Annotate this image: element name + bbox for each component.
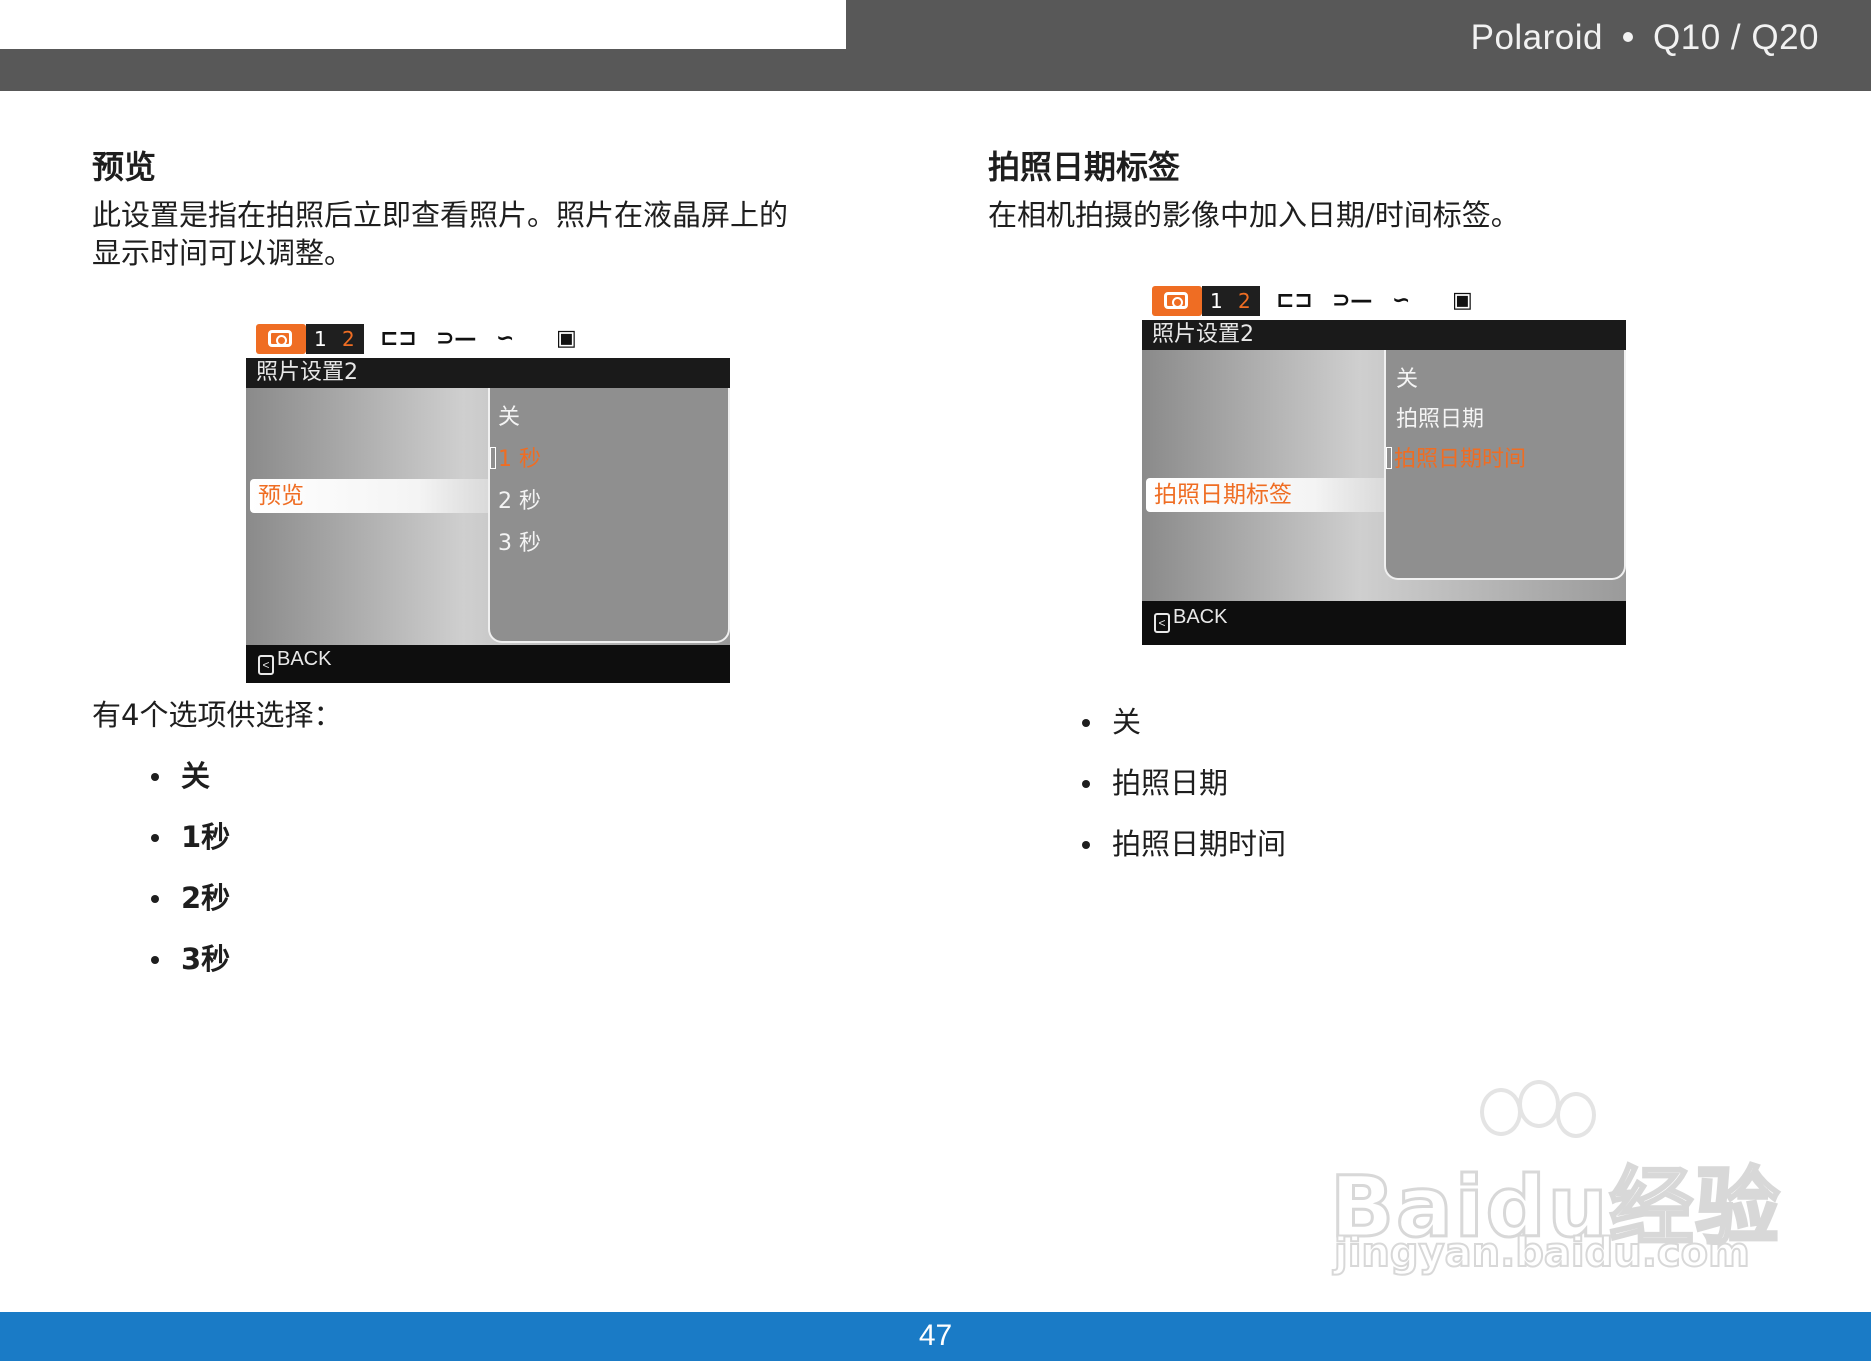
cursor-icon: [1386, 447, 1392, 469]
list-item: 关: [1082, 702, 1286, 763]
bullet: [151, 773, 159, 781]
transition-icon: ∽: [496, 326, 515, 351]
list-item-label: 2秒: [181, 881, 231, 915]
list-item-label: 关: [181, 759, 211, 793]
printer-icon: ▣: [556, 326, 577, 351]
option-label: 拍照日期时间: [1394, 447, 1527, 472]
list-item-label: 关: [1112, 705, 1142, 739]
wrench-icon: ⊃—: [436, 326, 477, 351]
wrench-icon: ⊃—: [1332, 288, 1373, 313]
header-notch: [0, 0, 846, 49]
desc-line: 显示时间可以调整。: [92, 236, 354, 270]
paw-toe: [1556, 1092, 1596, 1138]
menu-selected-item: 拍照日期标签: [1146, 478, 1386, 512]
list-item-label: 拍照日期时间: [1112, 827, 1287, 861]
back-label: BACK: [277, 648, 332, 670]
list-item: 1秒: [151, 817, 231, 878]
bullet: [1082, 841, 1090, 849]
submenu-option-selected: 1 秒: [490, 441, 541, 473]
menu-selected-item: 预览: [250, 479, 490, 513]
submenu-option: 关: [1396, 367, 1419, 392]
bullet: [1082, 780, 1090, 788]
list-item-label: 1秒: [181, 820, 231, 854]
transition-icon: ∽: [1392, 288, 1411, 313]
back-arrow-icon: <: [258, 655, 274, 675]
page-number: 47: [918, 1319, 953, 1352]
brand-name: Polaroid: [1470, 18, 1604, 57]
section-title-date-stamp: 拍照日期标签: [988, 148, 1181, 186]
list-item: 拍照日期时间: [1082, 824, 1287, 885]
baidu-watermark: Baidu经验 jingyan.baidu.com: [1328, 1080, 1781, 1280]
header-brand: Polaroid Q10 / Q20: [1471, 18, 1819, 58]
submenu-option: 3 秒: [498, 531, 541, 556]
tab-page-1: 1: [1210, 289, 1223, 313]
back-label: BACK: [1173, 606, 1228, 628]
playback-icon: ⊏⊐: [380, 326, 417, 351]
submenu-option: 拍照日期: [1396, 407, 1485, 432]
camera-tabbar: 1 2 ⊏⊐ ⊃— ∽ ▣: [246, 321, 730, 358]
submenu-option: 2 秒: [498, 489, 541, 514]
submenu-option-selected: 拍照日期时间: [1386, 441, 1526, 473]
menu-title: 照片设置2: [246, 358, 730, 388]
camera-tabbar: 1 2 ⊏⊐ ⊃— ∽ ▣: [1142, 283, 1626, 320]
back-arrow-icon: <: [1154, 613, 1170, 633]
list-item: 2秒: [151, 878, 231, 939]
desc-line: 此设置是指在拍照后立即查看照片。照片在液晶屏上的: [92, 198, 789, 232]
list-item: 拍照日期: [1082, 763, 1286, 824]
choices-list-preview: 关 1秒 2秒 3秒: [151, 756, 231, 1000]
watermark-url: jingyan.baidu.com: [1333, 1229, 1751, 1277]
section-desc-preview: 此设置是指在拍照后立即查看照片。照片在液晶屏上的 显示时间可以调整。: [92, 196, 892, 272]
separator-dot: [1623, 31, 1634, 42]
tab-page-2: 2: [1238, 289, 1251, 313]
option-label: 1 秒: [498, 447, 541, 472]
paw-toe: [1518, 1080, 1560, 1128]
bullet: [151, 956, 159, 964]
bullet: [151, 895, 159, 903]
section-title-preview: 预览: [92, 148, 157, 186]
back-hint: < BACK: [258, 648, 331, 675]
choices-list-date-stamp: 关 拍照日期 拍照日期时间: [1082, 702, 1287, 885]
tab-page-1: 1: [314, 327, 327, 351]
list-item-label: 拍照日期: [1112, 766, 1229, 800]
footer-bar: 47: [0, 1312, 1871, 1361]
bullet: [151, 834, 159, 842]
tab-page-2: 2: [342, 327, 355, 351]
submenu-panel: [488, 388, 730, 643]
camera-icon: [268, 330, 292, 347]
choices-intro: 有4个选项供选择：: [92, 698, 343, 732]
menu-title: 照片设置2: [1142, 320, 1626, 350]
paw-toe: [1480, 1088, 1522, 1136]
section-desc-date-stamp: 在相机拍摄的影像中加入日期/时间标签。: [988, 198, 1520, 232]
list-item: 关: [151, 756, 230, 817]
list-item: 3秒: [151, 939, 231, 1000]
camera-screen-date-stamp: 1 2 ⊏⊐ ⊃— ∽ ▣ 照片设置2 拍照日期标签 关 拍照日期 拍照日期时间…: [1142, 283, 1626, 645]
cursor-icon: [490, 447, 496, 469]
list-item-label: 3秒: [181, 942, 231, 976]
camera-icon: [1164, 292, 1188, 309]
submenu-option: 关: [498, 405, 521, 430]
camera-screen-preview: 1 2 ⊏⊐ ⊃— ∽ ▣ 照片设置2 预览 关 1 秒 2 秒 3 秒 < BA…: [246, 321, 730, 683]
model-name: Q10 / Q20: [1653, 18, 1819, 57]
bullet: [1082, 719, 1090, 727]
playback-icon: ⊏⊐: [1276, 288, 1313, 313]
printer-icon: ▣: [1452, 288, 1473, 313]
back-hint: < BACK: [1154, 606, 1227, 633]
